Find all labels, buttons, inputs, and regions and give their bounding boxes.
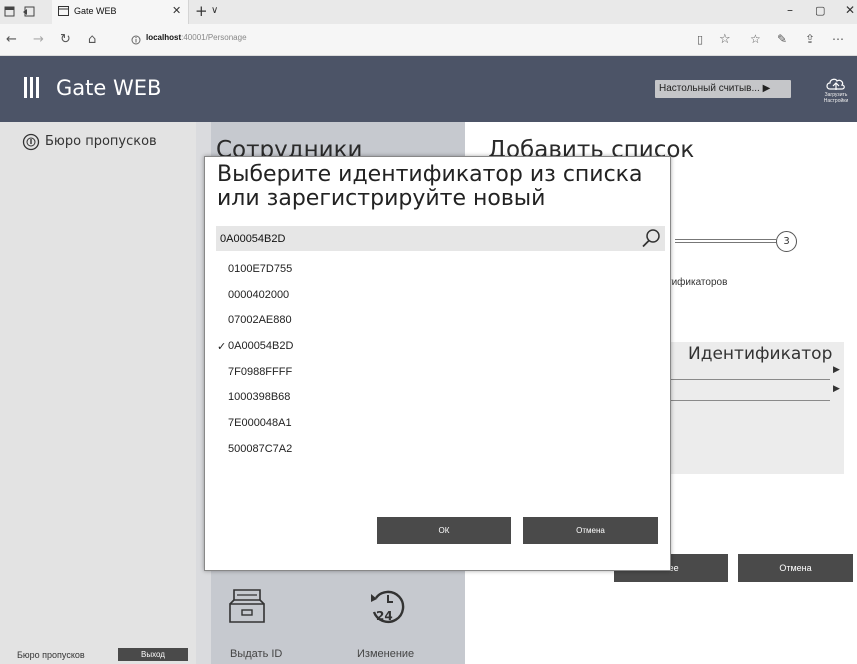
- identifier-list-item[interactable]: 7E000048A1: [216, 417, 516, 443]
- minimize-icon[interactable]: –: [787, 3, 793, 17]
- identifier-value: 7F0988FFFF: [228, 365, 293, 378]
- dashboard-gauge-icon: [22, 133, 40, 151]
- tab-title: Gate WEB: [74, 6, 117, 16]
- menu-icon-bar3[interactable]: [36, 77, 39, 98]
- app-title: Gate WEB: [56, 76, 162, 100]
- dialog-title: Выберите идентификатор из списка или зар…: [217, 162, 643, 211]
- identifier-list-item[interactable]: 500087C7A2: [216, 443, 516, 469]
- row-expand-arrow-icon[interactable]: ▶: [833, 384, 840, 394]
- history-badge: 24: [376, 609, 393, 623]
- cancel-button[interactable]: Отмена: [523, 517, 658, 544]
- checkmark-icon: ✓: [217, 341, 227, 354]
- new-tab-icon[interactable]: +: [195, 2, 208, 20]
- forward-icon[interactable]: →: [33, 32, 44, 47]
- identifier-column-header: Идентификатор: [688, 344, 833, 364]
- more-icon[interactable]: ⋯: [832, 32, 844, 46]
- web-note-icon[interactable]: ✎: [777, 32, 787, 46]
- identifier-value: 500087C7A2: [228, 442, 293, 455]
- address-bar: ← → ↻ ⌂ localhost:40001/Personage ▯ ☆ ☆ …: [0, 24, 857, 56]
- search-input[interactable]: [220, 226, 620, 251]
- identifiers-subtitle: тификаторов: [667, 277, 728, 288]
- logout-button[interactable]: Выход: [118, 648, 188, 661]
- issue-id-label[interactable]: Выдать ID: [230, 648, 282, 660]
- identifier-list-item[interactable]: 1000398B68: [216, 391, 516, 417]
- identifier-list: 0100E7D755 0000402000 07002AE880 ✓ 0A00054B2…: [216, 263, 516, 469]
- favorite-star-icon[interactable]: ☆: [719, 32, 731, 47]
- history-label[interactable]: Изменение: [357, 648, 414, 660]
- wizard-progress-line: [675, 239, 776, 243]
- page-icon: [58, 6, 69, 16]
- home-icon[interactable]: ⌂: [88, 32, 96, 47]
- url-path: :40001/Personage: [181, 33, 247, 42]
- select-identifier-dialog: Выберите идентификатор из списка или зар…: [204, 156, 671, 571]
- share-icon[interactable]: ⇪: [805, 32, 815, 46]
- card-tray-icon[interactable]: [227, 586, 267, 626]
- identifier-list-item[interactable]: ✓ 0A00054B2D: [216, 340, 516, 366]
- search-box: [216, 226, 665, 251]
- upload-cloud-icon[interactable]: [825, 76, 847, 92]
- tab-list-chevron-icon[interactable]: ∨: [211, 5, 218, 16]
- reader-select[interactable]: Настольный считыв... ▶: [655, 80, 791, 98]
- browser-tab-bar: Gate WEB ✕ + ∨ – ▢ ✕: [0, 0, 857, 24]
- info-icon[interactable]: [131, 35, 141, 45]
- favorites-hub-icon[interactable]: ☆: [750, 32, 761, 46]
- identifier-list-item[interactable]: 0100E7D755: [216, 263, 516, 289]
- sidebar: [0, 122, 196, 664]
- table-row-divider: [667, 400, 830, 401]
- menu-icon[interactable]: [24, 77, 27, 98]
- identifier-list-item[interactable]: 7F0988FFFF: [216, 366, 516, 392]
- upload-label-line2: Настройки: [823, 98, 849, 104]
- tab-preview-icon[interactable]: [22, 6, 36, 18]
- close-window-icon[interactable]: ✕: [845, 3, 855, 17]
- identifier-value: 0A00054B2D: [228, 340, 294, 353]
- reading-view-icon[interactable]: ▯: [697, 33, 703, 46]
- row-expand-arrow-icon[interactable]: ▶: [833, 365, 840, 375]
- upload-settings-label[interactable]: Загрузить Настройки: [816, 92, 856, 104]
- sidebar-item-pass-office[interactable]: Бюро пропусков: [45, 134, 157, 149]
- identifier-value: 1000398B68: [228, 391, 291, 404]
- search-icon[interactable]: [641, 228, 661, 248]
- cancel-wizard-button[interactable]: Отмена: [738, 554, 853, 582]
- identifier-value: 0000402000: [228, 288, 290, 301]
- menu-icon-bar2[interactable]: [30, 77, 33, 98]
- restore-icon[interactable]: ▢: [815, 4, 825, 17]
- table-row-divider: [667, 379, 830, 380]
- identifier-value: 7E000048A1: [228, 417, 292, 430]
- close-tab-icon[interactable]: ✕: [172, 4, 181, 17]
- ok-button[interactable]: ОК: [377, 517, 511, 544]
- identifier-value: 0100E7D755: [228, 263, 293, 275]
- back-icon[interactable]: ←: [6, 32, 17, 47]
- browser-tab[interactable]: Gate WEB ✕: [52, 0, 189, 24]
- tab-actions-icon[interactable]: [4, 6, 16, 18]
- wizard-step-3: 3: [776, 231, 797, 252]
- footer-section-label: Бюро пропусков: [17, 650, 85, 660]
- url-host: localhost: [146, 33, 182, 42]
- identifier-list-item[interactable]: 07002AE880: [216, 314, 516, 340]
- refresh-icon[interactable]: ↻: [60, 32, 71, 47]
- url-field[interactable]: localhost:40001/Personage: [146, 33, 247, 42]
- identifier-value: 07002AE880: [228, 314, 292, 327]
- identifier-list-item[interactable]: 0000402000: [216, 289, 516, 315]
